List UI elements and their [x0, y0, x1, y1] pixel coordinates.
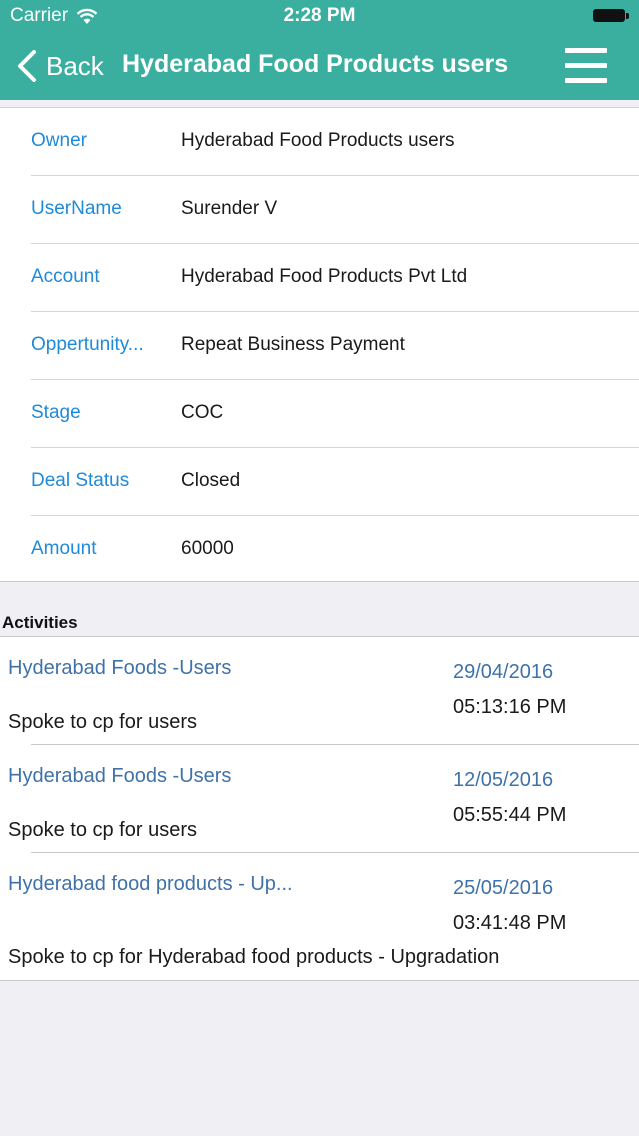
activity-item[interactable]: Hyderabad food products - Up... 25/05/20… [0, 853, 639, 980]
detail-label: Account [31, 266, 100, 287]
hamburger-menu-icon[interactable] [565, 45, 607, 85]
battery-icon [593, 8, 629, 23]
detail-row-account: Account Hyderabad Food Products Pvt Ltd [0, 244, 639, 312]
detail-value: Repeat Business Payment [181, 334, 405, 355]
deal-details-card: Owner Hyderabad Food Products users User… [0, 107, 639, 582]
detail-row-owner: Owner Hyderabad Food Products users [0, 108, 639, 176]
activity-description: Spoke to cp for users [8, 711, 197, 733]
activity-date: 29/04/2016 [453, 661, 554, 683]
detail-row-amount: Amount 60000 [0, 516, 639, 584]
back-button[interactable]: Back [16, 48, 104, 84]
status-time: 2:28 PM [283, 5, 356, 26]
detail-value: 60000 [181, 538, 234, 559]
activity-description: Spoke to cp for Hyderabad food products … [8, 946, 500, 968]
activity-item[interactable]: Hyderabad Foods -Users 12/05/2016 05:55:… [0, 745, 639, 853]
activities-list: Hyderabad Foods -Users 29/04/2016 05:13:… [0, 636, 639, 981]
detail-value: Hyderabad Food Products users [181, 130, 455, 151]
detail-row-stage: Stage COC [0, 380, 639, 448]
activity-time: 05:55:44 PM [453, 804, 567, 826]
activity-description: Spoke to cp for users [8, 819, 197, 841]
page-title: Hyderabad Food Products users [122, 50, 509, 78]
app-header: Carrier 2:28 PM Back Hyderabad Food Prod… [0, 0, 639, 100]
detail-label: Stage [31, 402, 81, 423]
activity-time: 03:41:48 PM [453, 912, 567, 934]
activity-title: Hyderabad Foods -Users [8, 657, 232, 679]
detail-label: Oppertunity... [31, 334, 144, 355]
detail-label: Amount [31, 538, 97, 559]
activity-date: 12/05/2016 [453, 769, 554, 791]
activity-title: Hyderabad Foods -Users [8, 765, 232, 787]
activity-item[interactable]: Hyderabad Foods -Users 29/04/2016 05:13:… [0, 637, 639, 745]
detail-row-deal-status: Deal Status Closed [0, 448, 639, 516]
activity-time: 05:13:16 PM [453, 696, 567, 718]
detail-label: Deal Status [31, 470, 130, 491]
status-bar: Carrier 2:28 PM [0, 0, 639, 32]
chevron-left-icon [18, 50, 36, 82]
detail-label: UserName [31, 198, 122, 219]
detail-label: Owner [31, 130, 87, 151]
detail-value: COC [181, 402, 224, 423]
back-label: Back [46, 50, 104, 81]
detail-row-username: UserName Surender V [0, 176, 639, 244]
detail-value: Hyderabad Food Products Pvt Ltd [181, 266, 468, 287]
detail-row-opportunity: Oppertunity... Repeat Business Payment [0, 312, 639, 380]
activities-heading: Activities [2, 613, 78, 632]
detail-value: Closed [181, 470, 241, 491]
activity-date: 25/05/2016 [453, 877, 554, 899]
navigation-bar: Back Hyderabad Food Products users [0, 32, 639, 100]
activity-title: Hyderabad food products - Up... [8, 873, 293, 895]
detail-value: Surender V [181, 198, 278, 219]
